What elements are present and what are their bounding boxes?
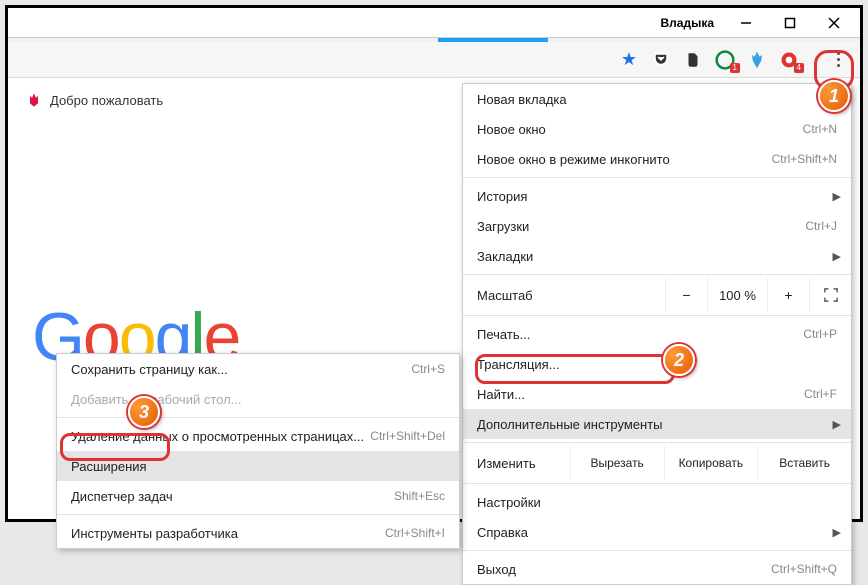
extension-blue-icon[interactable] — [746, 49, 768, 71]
bookmark-item-label: Добро пожаловать — [50, 93, 163, 108]
evernote-icon[interactable] — [682, 49, 704, 71]
menu-separator — [463, 177, 851, 178]
menu-separator — [463, 550, 851, 551]
toolbar: ★ — [8, 42, 860, 78]
menu-cast[interactable]: Трансляция... — [463, 349, 851, 379]
edit-paste-button[interactable]: Вставить — [757, 446, 851, 480]
bookmark-item-icon — [26, 92, 42, 108]
zoom-out-button[interactable]: − — [665, 278, 707, 312]
main-menu: Новая вкладка Новое окноCtrl+N Новое окн… — [462, 83, 852, 585]
more-tools-submenu: Сохранить страницу как...Ctrl+S Добавить… — [56, 353, 460, 549]
zoom-in-button[interactable]: + — [767, 278, 809, 312]
menu-separator — [57, 514, 459, 515]
edit-copy-button[interactable]: Копировать — [664, 446, 758, 480]
menu-exit[interactable]: ВыходCtrl+Shift+Q — [463, 554, 851, 584]
extension-red-icon[interactable] — [778, 49, 800, 71]
bookmark-star-icon[interactable]: ★ — [618, 49, 640, 71]
submenu-save-page[interactable]: Сохранить страницу как...Ctrl+S — [57, 354, 459, 384]
submenu-add-desktop: Добавить на рабочий стол... — [57, 384, 459, 414]
menu-settings[interactable]: Настройки — [463, 487, 851, 517]
menu-separator — [463, 483, 851, 484]
fullscreen-button[interactable] — [809, 278, 851, 312]
menu-downloads[interactable]: ЗагрузкиCtrl+J — [463, 211, 851, 241]
submenu-dev-tools[interactable]: Инструменты разработчикаCtrl+Shift+I — [57, 518, 459, 548]
pocket-icon[interactable] — [650, 49, 672, 71]
menu-more-tools[interactable]: Дополнительные инструменты▶ — [463, 409, 851, 439]
submenu-extensions[interactable]: Расширения — [57, 451, 459, 481]
chevron-right-icon: ▶ — [833, 526, 841, 539]
extension-green-icon[interactable] — [714, 49, 736, 71]
submenu-clear-data[interactable]: Удаление данных о просмотренных страница… — [57, 421, 459, 451]
menu-help[interactable]: Справка▶ — [463, 517, 851, 547]
maximize-button[interactable] — [768, 9, 812, 37]
edit-cut-button[interactable]: Вырезать — [570, 446, 664, 480]
user-name: Владыка — [660, 16, 714, 30]
menu-edit-row: Изменить Вырезать Копировать Вставить — [463, 446, 851, 480]
minimize-button[interactable] — [724, 9, 768, 37]
title-bar: Владыка — [8, 8, 860, 38]
menu-separator — [57, 417, 459, 418]
menu-separator — [463, 274, 851, 275]
menu-print[interactable]: Печать...Ctrl+P — [463, 319, 851, 349]
menu-bookmarks[interactable]: Закладки▶ — [463, 241, 851, 271]
menu-incognito[interactable]: Новое окно в режиме инкогнитоCtrl+Shift+… — [463, 144, 851, 174]
menu-separator — [463, 442, 851, 443]
menu-zoom: Масштаб − 100 % + — [463, 278, 851, 312]
menu-separator — [463, 315, 851, 316]
chevron-right-icon: ▶ — [833, 418, 841, 431]
menu-find[interactable]: Найти...Ctrl+F — [463, 379, 851, 409]
submenu-task-manager[interactable]: Диспетчер задачShift+Esc — [57, 481, 459, 511]
menu-new-window[interactable]: Новое окноCtrl+N — [463, 114, 851, 144]
zoom-value: 100 % — [707, 278, 767, 312]
menu-history[interactable]: История▶ — [463, 181, 851, 211]
menu-new-tab[interactable]: Новая вкладка — [463, 84, 851, 114]
menu-button[interactable] — [826, 48, 850, 72]
chevron-right-icon: ▶ — [833, 250, 841, 263]
close-button[interactable] — [812, 9, 856, 37]
chevron-right-icon: ▶ — [833, 190, 841, 203]
